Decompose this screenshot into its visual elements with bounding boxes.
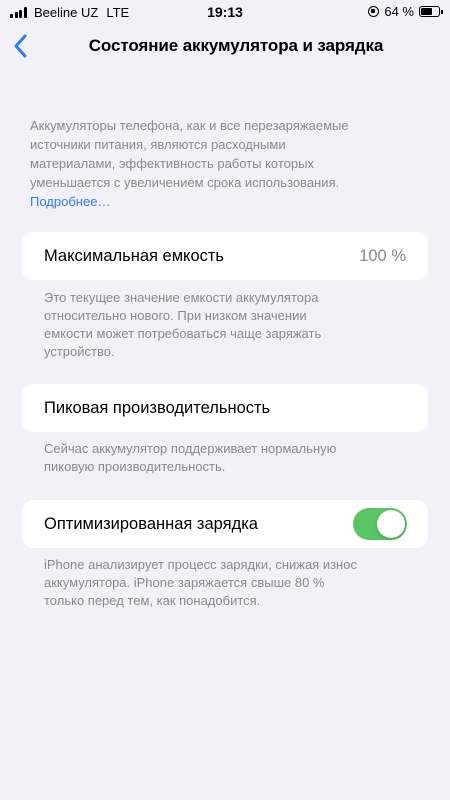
footnote-line: устройство. (44, 344, 115, 359)
footnote-line: пиковую производительность. (44, 459, 226, 474)
learn-more-link[interactable]: Подробнее… (30, 192, 420, 211)
status-bar-right: 64 % (368, 4, 443, 19)
footnote-line: Сейчас аккумулятор поддерживает нормальн… (44, 441, 337, 456)
intro-description: Аккумуляторы телефона, как и все перезар… (30, 116, 420, 211)
battery-icon (419, 6, 443, 17)
peak-performance-row: Пиковая производительность (22, 384, 428, 432)
optimized-charging-toggle[interactable] (353, 508, 407, 540)
intro-line: материалами, эффективность работы которы… (30, 156, 314, 171)
optimized-charging-footnote: iPhone анализирует процесс зарядки, сниж… (44, 556, 414, 610)
toggle-knob[interactable] (377, 510, 405, 538)
battery-fill (421, 8, 432, 15)
footnote-line: iPhone анализирует процесс зарядки, сниж… (44, 557, 357, 572)
status-bar: Beeline UZ LTE 19:13 64 % (0, 0, 450, 24)
optimized-charging-label: Оптимизированная зарядка (44, 514, 258, 533)
intro-line: уменьшается с увеличением срока использо… (30, 175, 340, 190)
page-title: Состояние аккумулятора и зарядка (88, 36, 384, 55)
footnote-line: относительно нового. При низком значении (44, 308, 307, 323)
peak-performance-label: Пиковая производительность (44, 398, 271, 417)
max-capacity-row: Максимальная емкость 100 % (22, 232, 428, 280)
footnote-line: аккумулятора. iPhone заряжается свыше 80… (44, 575, 325, 590)
optimized-charging-row: Оптимизированная зарядка (22, 500, 428, 548)
footnote-line: Это текущее значение емкости аккумулятор… (44, 290, 319, 305)
battery-percentage: 64 % (384, 4, 414, 19)
intro-line: источники питания, являются расходными (30, 137, 286, 152)
intro-line: Аккумуляторы телефона, как и все перезар… (30, 118, 349, 133)
navigation-bar: Состояние аккумулятора и зарядка (0, 26, 450, 66)
peak-performance-footnote: Сейчас аккумулятор поддерживает нормальн… (44, 440, 414, 476)
max-capacity-footnote: Это текущее значение емкости аккумулятор… (44, 289, 414, 361)
max-capacity-label: Максимальная емкость (44, 246, 225, 265)
rotation-lock-icon (368, 6, 380, 17)
footnote-line: только перед тем, как понадобится. (44, 593, 261, 608)
footnote-line: емкости может потребоваться чаще заряжат… (44, 326, 322, 341)
max-capacity-value: 100 % (359, 246, 406, 265)
